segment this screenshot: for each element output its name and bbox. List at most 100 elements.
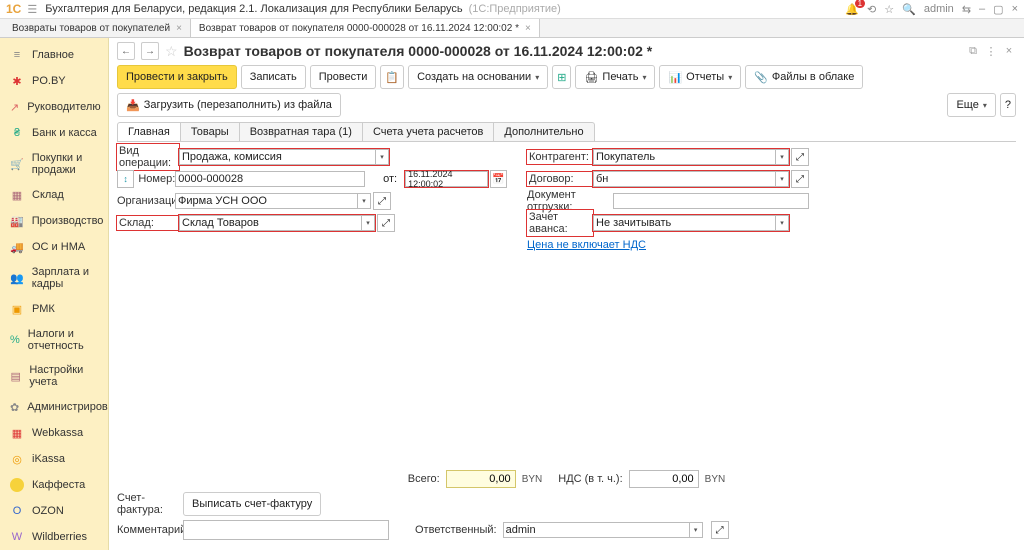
sidebar-item[interactable]: ▣РМК: [0, 296, 108, 322]
advance-select[interactable]: Не зачитывать▾: [593, 215, 789, 231]
user-label[interactable]: admin: [924, 3, 954, 15]
responsible-select[interactable]: admin▾: [503, 522, 703, 538]
date-field[interactable]: 16.11.2024 12:00:02: [405, 171, 488, 187]
create-on-basis-button[interactable]: Создать на основании▾: [408, 65, 548, 89]
sidebar-label: Webkassa: [32, 427, 83, 439]
close-form-icon[interactable]: ×: [1002, 45, 1016, 58]
sidebar-icon: ▤: [10, 369, 21, 383]
organization-select[interactable]: Фирма УСН ООО▾: [175, 193, 371, 209]
label-from: от:: [383, 173, 397, 185]
open-icon[interactable]: ⤢: [791, 170, 809, 188]
warehouse-select[interactable]: Склад Товаров▾: [179, 215, 375, 231]
sidebar-icon: ▦: [10, 188, 24, 202]
price-vat-link[interactable]: Цена не включает НДС: [527, 239, 646, 251]
sidebar-icon: 🏭: [10, 214, 24, 228]
chevron-down-icon[interactable]: ▾: [775, 172, 788, 186]
load-from-file-button[interactable]: 📥 Загрузить (перезаполнить) из файла: [117, 93, 341, 117]
reports-button[interactable]: 📊 Отчеты▾: [659, 65, 741, 89]
chevron-down-icon[interactable]: ▾: [689, 523, 702, 537]
save-button[interactable]: Записать: [241, 65, 306, 89]
sidebar-item[interactable]: 👥Зарплата и кадры: [0, 260, 108, 296]
sidebar-item[interactable]: ↗Руководителю: [0, 94, 108, 120]
label-responsible: Ответственный:: [415, 524, 497, 536]
sidebar-label: PO.BY: [32, 75, 66, 87]
more-button[interactable]: Еще▾: [947, 93, 995, 117]
label-comment: Комментарий:: [117, 524, 177, 536]
open-icon[interactable]: ⤢: [373, 192, 391, 210]
form-tab[interactable]: Главная: [117, 122, 181, 141]
calendar-icon[interactable]: 📅: [490, 170, 507, 188]
sidebar-item[interactable]: 🏭Производство: [0, 208, 108, 234]
sidebar-item[interactable]: ▦Склад: [0, 182, 108, 208]
sidebar-item[interactable]: %Налоги и отчетность: [0, 322, 108, 358]
sidebar-item[interactable]: ▦Webkassa: [0, 420, 108, 446]
close-tab-icon[interactable]: ×: [525, 23, 531, 34]
favorite-icon[interactable]: ☆: [884, 3, 894, 16]
sidebar-item[interactable]: OOZON: [0, 498, 108, 524]
search-icon[interactable]: 🔍: [902, 3, 916, 16]
form-tab[interactable]: Возвратная тара (1): [240, 122, 363, 141]
history-icon[interactable]: ⟲: [867, 3, 876, 16]
chevron-down-icon[interactable]: ▾: [775, 216, 788, 230]
print-button[interactable]: 🖨 Печать▾: [575, 65, 655, 89]
help-button[interactable]: ?: [1000, 93, 1016, 117]
link-icon[interactable]: ⧉: [966, 45, 980, 58]
close-icon[interactable]: ×: [1012, 3, 1018, 15]
structure-button[interactable]: 📋: [380, 65, 404, 89]
chevron-down-icon[interactable]: ▾: [357, 194, 370, 208]
total-input[interactable]: [446, 470, 516, 488]
open-icon[interactable]: ⤢: [377, 214, 395, 232]
sidebar-item[interactable]: ◎iKassa: [0, 446, 108, 472]
open-icon[interactable]: ⤢: [711, 521, 729, 539]
sidebar-icon: [10, 478, 24, 492]
minimize-icon[interactable]: –: [979, 3, 985, 15]
chevron-down-icon[interactable]: ▾: [375, 150, 388, 164]
sidebar-item[interactable]: ▤Настройки учета: [0, 358, 108, 394]
sidebar-item[interactable]: 🛒Покупки и продажи: [0, 146, 108, 182]
sidebar-item[interactable]: 🚚ОС и НМА: [0, 234, 108, 260]
sidebar-item[interactable]: ₴Банк и касса: [0, 120, 108, 146]
nav-back[interactable]: ←: [117, 42, 135, 60]
chevron-down-icon[interactable]: ▾: [361, 216, 374, 230]
contract-select[interactable]: бн▾: [593, 171, 789, 187]
sidebar-icon: 👥: [10, 271, 24, 285]
number-field[interactable]: 0000-000028: [175, 171, 365, 187]
chevron-down-icon[interactable]: ▾: [775, 150, 788, 164]
form-tab[interactable]: Дополнительно: [494, 122, 594, 141]
more-icon[interactable]: ⋮: [984, 45, 998, 58]
operation-type-select[interactable]: Продажа, комиссия▾: [179, 149, 389, 165]
sidebar-label: Каффеста: [32, 479, 85, 491]
shipment-doc-field[interactable]: [613, 193, 809, 209]
settings-icon[interactable]: ⇆: [962, 3, 971, 16]
sidebar-label: РМК: [32, 303, 55, 315]
bell-icon[interactable]: 🔔1: [845, 3, 859, 16]
post-and-close-button[interactable]: Провести и закрыть: [117, 65, 237, 89]
write-invoice-button[interactable]: Выписать счет-фактуру: [183, 492, 321, 516]
window-tab[interactable]: Возврат товаров от покупателя 0000-00002…: [191, 19, 540, 37]
counterparty-select[interactable]: Покупатель▾: [593, 149, 789, 165]
sidebar-icon: %: [10, 333, 20, 347]
nav-forward[interactable]: →: [141, 42, 159, 60]
excel-export-button[interactable]: ⊞: [552, 65, 571, 89]
maximize-icon[interactable]: ▢: [993, 3, 1003, 16]
form-tab[interactable]: Товары: [181, 122, 240, 141]
sidebar-item[interactable]: ✿Администрирование: [0, 394, 108, 420]
sidebar-item[interactable]: ✱PO.BY: [0, 68, 108, 94]
app-logo: 1C: [6, 2, 21, 16]
open-icon[interactable]: ⤢: [791, 148, 809, 166]
sidebar-item[interactable]: WWildberries: [0, 524, 108, 550]
post-button[interactable]: Провести: [310, 65, 377, 89]
label-operation-type: Вид операции:: [117, 144, 179, 170]
close-tab-icon[interactable]: ×: [176, 23, 182, 34]
cloud-files-button[interactable]: 📎 Файлы в облаке: [745, 65, 863, 89]
sidebar-item[interactable]: Каффеста: [0, 472, 108, 498]
window-tab[interactable]: Возвраты товаров от покупателей ×: [4, 19, 191, 37]
form-tab[interactable]: Счета учета расчетов: [363, 122, 494, 141]
label-vat: НДС (в т. ч.):: [558, 473, 622, 485]
number-icon[interactable]: ↕: [117, 170, 134, 188]
comment-input[interactable]: [183, 520, 389, 540]
sidebar-icon: ↗: [10, 100, 19, 114]
menu-icon[interactable]: ☰: [27, 3, 37, 16]
sidebar-item[interactable]: ≡Главное: [0, 42, 108, 68]
star-icon[interactable]: ☆: [165, 43, 178, 60]
